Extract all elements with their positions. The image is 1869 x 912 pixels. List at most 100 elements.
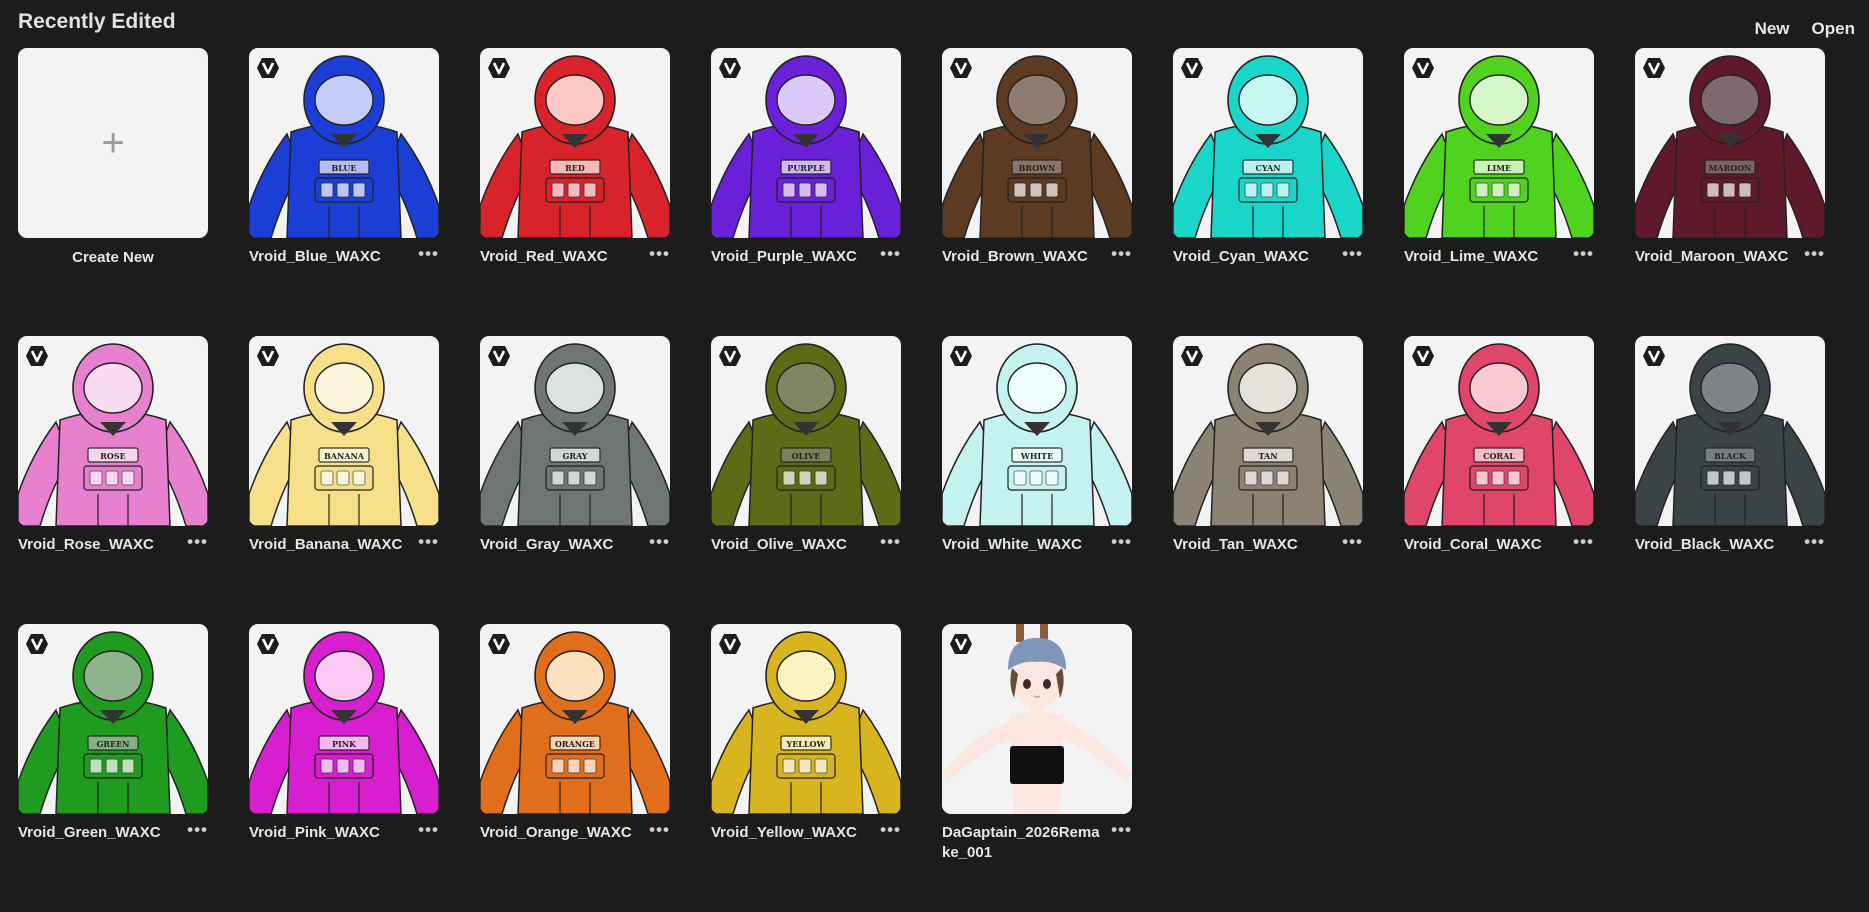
model-meta: Vroid_Purple_WAXC •••: [711, 245, 901, 267]
model-thumbnail[interactable]: BROWN: [942, 48, 1132, 238]
model-thumbnail[interactable]: YELLOW: [711, 624, 901, 814]
more-options-icon[interactable]: •••: [880, 821, 901, 838]
model-card[interactable]: ORANGE Vroid_Orange_WAXC •••: [480, 624, 670, 912]
more-options-icon[interactable]: •••: [187, 533, 208, 550]
more-options-icon[interactable]: •••: [880, 245, 901, 262]
top-actions: New Open: [1755, 19, 1855, 39]
more-options-icon[interactable]: •••: [1573, 245, 1594, 262]
model-name: Vroid_Red_WAXC: [480, 248, 608, 265]
model-thumbnail[interactable]: LIME: [1404, 48, 1594, 238]
vroid-badge-icon: [1412, 58, 1434, 78]
svg-text:BLUE: BLUE: [331, 163, 356, 173]
more-options-icon[interactable]: •••: [1342, 533, 1363, 550]
model-card[interactable]: OLIVE Vroid_Olive_WAXC •••: [711, 336, 901, 624]
svg-text:RED: RED: [565, 163, 585, 173]
create-new-button[interactable]: +: [18, 48, 208, 238]
more-options-icon[interactable]: •••: [418, 821, 439, 838]
model-card[interactable]: YELLOW Vroid_Yellow_WAXC •••: [711, 624, 901, 912]
model-thumbnail[interactable]: PINK: [249, 624, 439, 814]
model-meta: Vroid_Black_WAXC •••: [1635, 533, 1825, 555]
model-name: Vroid_Lime_WAXC: [1404, 248, 1539, 265]
model-card[interactable]: TAN Vroid_Tan_WAXC •••: [1173, 336, 1363, 624]
more-options-icon[interactable]: •••: [1111, 245, 1132, 262]
svg-text:BANANA: BANANA: [324, 451, 365, 461]
svg-text:BROWN: BROWN: [1019, 163, 1056, 173]
model-card[interactable]: BLUE Vroid_Blue_WAXC •••: [249, 48, 439, 336]
vroid-badge-icon: [719, 58, 741, 78]
model-card[interactable]: GREEN Vroid_Green_WAXC •••: [18, 624, 208, 912]
model-card[interactable]: CORAL Vroid_Coral_WAXC •••: [1404, 336, 1594, 624]
model-thumbnail[interactable]: OLIVE: [711, 336, 901, 526]
vroid-badge-icon: [1643, 346, 1665, 366]
model-card[interactable]: GRAY Vroid_Gray_WAXC •••: [480, 336, 670, 624]
more-options-icon[interactable]: •••: [1111, 821, 1132, 838]
model-card[interactable]: ROSE Vroid_Rose_WAXC •••: [18, 336, 208, 624]
model-name: Vroid_Green_WAXC: [18, 824, 161, 841]
model-meta: Vroid_Tan_WAXC •••: [1173, 533, 1363, 555]
model-card[interactable]: BANANA Vroid_Banana_WAXC •••: [249, 336, 439, 624]
more-options-icon[interactable]: •••: [1804, 533, 1825, 550]
more-options-icon[interactable]: •••: [418, 245, 439, 262]
vroid-badge-icon: [1181, 346, 1203, 366]
more-options-icon[interactable]: •••: [1573, 533, 1594, 550]
model-thumbnail[interactable]: WHITE: [942, 336, 1132, 526]
model-card[interactable]: LIME Vroid_Lime_WAXC •••: [1404, 48, 1594, 336]
model-meta: Vroid_Cyan_WAXC •••: [1173, 245, 1363, 267]
more-options-icon[interactable]: •••: [187, 821, 208, 838]
top-bar: Recently Edited New Open: [0, 0, 1869, 44]
model-meta: DaGaptain_2026Remake_001 •••: [942, 821, 1132, 863]
vroid-badge-icon: [1643, 58, 1665, 78]
model-card[interactable]: WHITE Vroid_White_WAXC •••: [942, 336, 1132, 624]
model-card[interactable]: BLACK Vroid_Black_WAXC •••: [1635, 336, 1825, 624]
model-card[interactable]: RED Vroid_Red_WAXC •••: [480, 48, 670, 336]
model-meta: Vroid_Orange_WAXC •••: [480, 821, 670, 843]
vroid-badge-icon: [257, 346, 279, 366]
vroid-badge-icon: [26, 634, 48, 654]
model-thumbnail[interactable]: RED: [480, 48, 670, 238]
more-options-icon[interactable]: •••: [1111, 533, 1132, 550]
model-thumbnail[interactable]: BANANA: [249, 336, 439, 526]
model-thumbnail[interactable]: GRAY: [480, 336, 670, 526]
open-button[interactable]: Open: [1812, 19, 1855, 39]
model-card[interactable]: CYAN Vroid_Cyan_WAXC •••: [1173, 48, 1363, 336]
svg-text:ROSE: ROSE: [100, 451, 126, 461]
more-options-icon[interactable]: •••: [1804, 245, 1825, 262]
model-thumbnail[interactable]: MAROON: [1635, 48, 1825, 238]
model-thumbnail[interactable]: [942, 624, 1132, 814]
model-card[interactable]: DaGaptain_2026Remake_001 •••: [942, 624, 1132, 912]
svg-text:CORAL: CORAL: [1483, 451, 1515, 461]
svg-text:BLACK: BLACK: [1714, 451, 1747, 461]
more-options-icon[interactable]: •••: [649, 245, 670, 262]
more-options-icon[interactable]: •••: [649, 821, 670, 838]
more-options-icon[interactable]: •••: [880, 533, 901, 550]
model-name: Vroid_Pink_WAXC: [249, 824, 380, 841]
model-thumbnail[interactable]: PURPLE: [711, 48, 901, 238]
model-meta: Vroid_Brown_WAXC •••: [942, 245, 1132, 267]
svg-text:GREEN: GREEN: [97, 739, 130, 749]
more-options-icon[interactable]: •••: [1342, 245, 1363, 262]
model-thumbnail[interactable]: CYAN: [1173, 48, 1363, 238]
model-card[interactable]: MAROON Vroid_Maroon_WAXC •••: [1635, 48, 1825, 336]
model-thumbnail[interactable]: CORAL: [1404, 336, 1594, 526]
vroid-badge-icon: [950, 346, 972, 366]
new-button[interactable]: New: [1755, 19, 1790, 39]
model-meta: Vroid_Gray_WAXC •••: [480, 533, 670, 555]
model-thumbnail[interactable]: BLUE: [249, 48, 439, 238]
model-thumbnail[interactable]: ORANGE: [480, 624, 670, 814]
more-options-icon[interactable]: •••: [418, 533, 439, 550]
model-name: Vroid_Brown_WAXC: [942, 248, 1088, 265]
model-thumbnail[interactable]: BLACK: [1635, 336, 1825, 526]
model-meta: Vroid_Rose_WAXC •••: [18, 533, 208, 555]
create-new-card[interactable]: + Create New: [18, 48, 208, 336]
model-name: Vroid_Banana_WAXC: [249, 536, 403, 553]
model-thumbnail[interactable]: ROSE: [18, 336, 208, 526]
model-card[interactable]: BROWN Vroid_Brown_WAXC •••: [942, 48, 1132, 336]
model-name: Vroid_Black_WAXC: [1635, 536, 1775, 553]
vroid-badge-icon: [1412, 346, 1434, 366]
model-name: Vroid_Blue_WAXC: [249, 248, 381, 265]
model-card[interactable]: PURPLE Vroid_Purple_WAXC •••: [711, 48, 901, 336]
more-options-icon[interactable]: •••: [649, 533, 670, 550]
model-thumbnail[interactable]: GREEN: [18, 624, 208, 814]
model-card[interactable]: PINK Vroid_Pink_WAXC •••: [249, 624, 439, 912]
model-thumbnail[interactable]: TAN: [1173, 336, 1363, 526]
